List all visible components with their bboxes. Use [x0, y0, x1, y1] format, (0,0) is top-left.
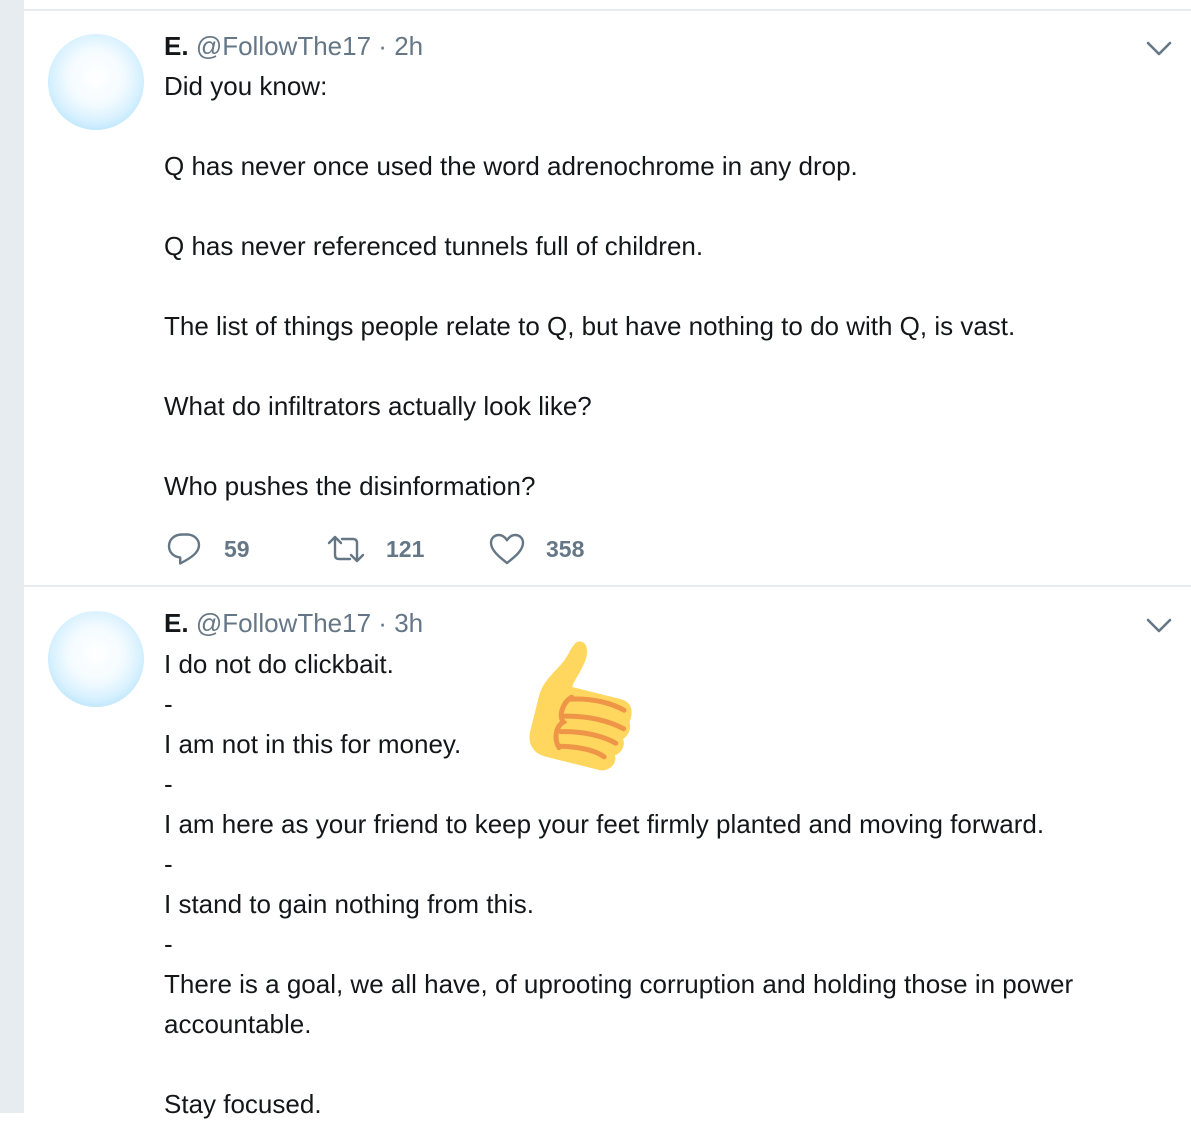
- user-handle[interactable]: @FollowThe17: [196, 608, 371, 638]
- retweet-count: 121: [386, 535, 425, 562]
- tweet-text: Did you know: Q has never once used the …: [164, 71, 1016, 501]
- tweet-1[interactable]: E. @FollowThe17 · 2h Did you know: Q has…: [24, 11, 1191, 585]
- reply-button[interactable]: 59: [166, 529, 250, 569]
- tweet-header: E. @FollowThe17 · 3h: [164, 606, 423, 640]
- timestamp[interactable]: 3h: [394, 608, 423, 638]
- retweet-button[interactable]: 121: [326, 529, 424, 569]
- timestamp[interactable]: 2h: [394, 31, 423, 61]
- heart-icon: [488, 532, 526, 566]
- user-handle[interactable]: @FollowThe17: [196, 31, 371, 61]
- thumbs-up-emoji: [496, 627, 642, 797]
- avatar[interactable]: [48, 34, 144, 130]
- like-button[interactable]: 358: [488, 529, 584, 569]
- tweet-header: E. @FollowThe17 · 2h: [164, 29, 423, 63]
- chevron-down-icon[interactable]: [1144, 37, 1174, 61]
- reply-icon: [166, 531, 204, 567]
- reply-count: 59: [224, 535, 250, 562]
- avatar[interactable]: [48, 611, 144, 707]
- separator-dot: ·: [378, 31, 387, 61]
- display-name[interactable]: E.: [164, 31, 189, 61]
- separator-dot: ·: [378, 608, 387, 638]
- like-count: 358: [546, 535, 585, 562]
- chevron-down-icon[interactable]: [1144, 614, 1174, 638]
- tweet-text: I do not do clickbait. - I am not in thi…: [164, 649, 1074, 1119]
- retweet-icon: [326, 533, 366, 565]
- display-name[interactable]: E.: [164, 608, 189, 638]
- left-gutter: [0, 0, 24, 1113]
